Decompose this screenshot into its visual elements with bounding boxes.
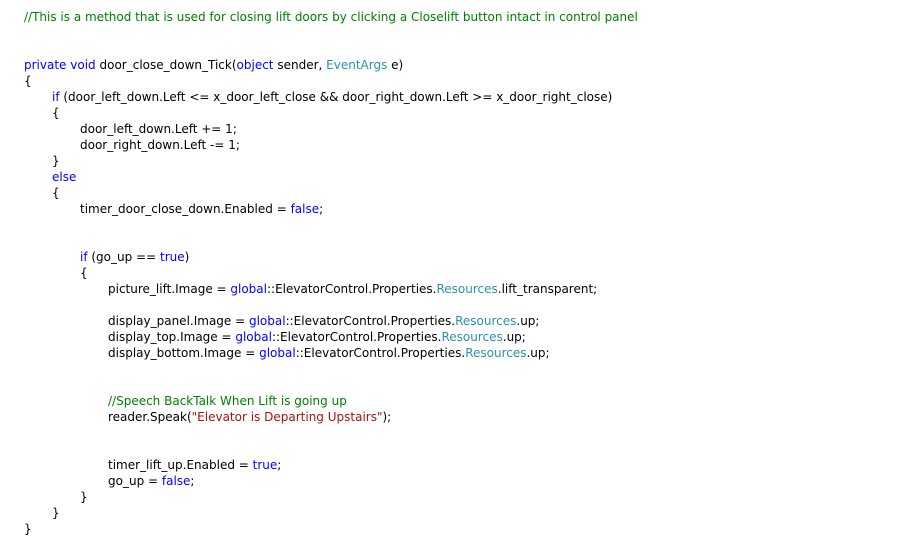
code-token-pl: {	[52, 106, 60, 120]
code-token-pl: }	[80, 490, 88, 504]
code-token-ty: Resources	[436, 282, 498, 296]
code-token-pl: }	[52, 506, 60, 520]
code-token-kw: global	[248, 314, 286, 328]
code-token-kw: global	[235, 330, 272, 344]
code-token-kw: true	[159, 250, 185, 264]
code-token-pl: timer_door_close_down.Enabled =	[80, 202, 291, 216]
code-token-kw: true	[252, 458, 278, 472]
code-line: go_up = false;	[0, 473, 920, 489]
code-token-pl: e)	[387, 58, 404, 72]
code-editor[interactable]: //This is a method that is used for clos…	[0, 0, 920, 551]
code-token-pl: display_bottom.Image =	[108, 346, 260, 360]
code-token-pl: }	[24, 522, 32, 536]
code-line: display_top.Image = global::ElevatorCont…	[0, 329, 920, 345]
code-token-kw: global	[259, 346, 296, 360]
code-token-pl: door_right_down.Left -= 1;	[80, 138, 240, 152]
code-token-ty: Resources	[455, 314, 517, 328]
code-token-pl: door_left_down.Left += 1;	[80, 122, 237, 136]
code-token-ty: Resources	[441, 330, 503, 344]
code-line: }	[0, 505, 920, 521]
code-token-pl: display_panel.Image =	[108, 314, 249, 328]
code-token-pl: ::ElevatorControl.Properties.	[295, 346, 466, 360]
code-token-kw: false	[290, 202, 320, 216]
code-token-kw: private	[24, 58, 67, 72]
code-line: display_bottom.Image = global::ElevatorC…	[0, 345, 920, 361]
code-token-pl: ::ElevatorControl.Properties.	[267, 282, 437, 296]
code-token-pl: timer_lift_up.Enabled =	[108, 458, 253, 472]
code-line: reader.Speak("Elevator is Departing Upst…	[0, 409, 920, 425]
code-line: private void door_close_down_Tick(object…	[0, 57, 920, 73]
code-token-cm: //Speech BackTalk When Lift is going up	[108, 394, 347, 408]
code-token-pl: door_close_down_Tick(	[95, 58, 237, 72]
code-token-pl: go_up =	[108, 474, 162, 488]
code-line: timer_lift_up.Enabled = true;	[0, 457, 920, 473]
code-token-pl: .up;	[516, 314, 540, 328]
code-token-pl: .lift_transparent;	[497, 282, 598, 296]
code-line: //Speech BackTalk When Lift is going up	[0, 393, 920, 409]
code-line: }	[0, 489, 920, 505]
code-token-pl: ::ElevatorControl.Properties.	[271, 330, 442, 344]
code-area[interactable]: //This is a method that is used for clos…	[0, 9, 920, 537]
code-token-kw: if	[80, 250, 88, 264]
code-line: door_left_down.Left += 1;	[0, 121, 920, 137]
code-token-pl: )	[184, 250, 190, 264]
code-token-pl: ;	[319, 202, 324, 216]
code-line: else	[0, 169, 920, 185]
code-token-pl: (door_left_down.Left <= x_door_left_clos…	[59, 90, 613, 104]
code-token-pl: reader.Speak(	[108, 410, 192, 424]
code-token-kw: object	[236, 58, 274, 72]
code-line: display_panel.Image = global::ElevatorCo…	[0, 313, 920, 329]
code-token-kw: else	[52, 170, 77, 184]
code-token-pl: .up;	[526, 346, 550, 360]
code-line: if (go_up == true)	[0, 249, 920, 265]
code-line: //This is a method that is used for clos…	[0, 9, 920, 25]
code-line: picture_lift.Image = global::ElevatorCon…	[0, 281, 920, 297]
code-line: {	[0, 105, 920, 121]
code-line: {	[0, 73, 920, 89]
code-token-pl: sender,	[273, 58, 327, 72]
code-token-pl: {	[80, 266, 88, 280]
code-token-pl: }	[52, 154, 60, 168]
code-token-ty: Resources	[465, 346, 527, 360]
code-token-pl: display_top.Image =	[108, 330, 236, 344]
code-token-pl: );	[382, 410, 392, 424]
code-token-ty: EventArgs	[326, 58, 388, 72]
code-line: timer_door_close_down.Enabled = false;	[0, 201, 920, 217]
code-line: door_right_down.Left -= 1;	[0, 137, 920, 153]
code-token-pl: ;	[190, 474, 195, 488]
code-token-pl: .up;	[502, 330, 526, 344]
code-token-kw: false	[161, 474, 191, 488]
code-line: }	[0, 521, 920, 537]
code-token-kw: if	[52, 90, 60, 104]
code-token-pl: (go_up ==	[87, 250, 160, 264]
code-token-pl: {	[24, 74, 32, 88]
code-token-pl: ::ElevatorControl.Properties.	[285, 314, 456, 328]
code-line: }	[0, 153, 920, 169]
code-line: if (door_left_down.Left <= x_door_left_c…	[0, 89, 920, 105]
code-line: {	[0, 185, 920, 201]
code-token-kw: void	[70, 58, 96, 72]
code-token-pl: {	[52, 186, 60, 200]
code-token-pl: picture_lift.Image =	[108, 282, 231, 296]
code-token-pl: ;	[277, 458, 282, 472]
code-token-kw: global	[230, 282, 267, 296]
code-token-cm: //This is a method that is used for clos…	[24, 10, 638, 24]
code-line: {	[0, 265, 920, 281]
code-token-st: "Elevator is Departing Upstairs"	[191, 410, 383, 424]
